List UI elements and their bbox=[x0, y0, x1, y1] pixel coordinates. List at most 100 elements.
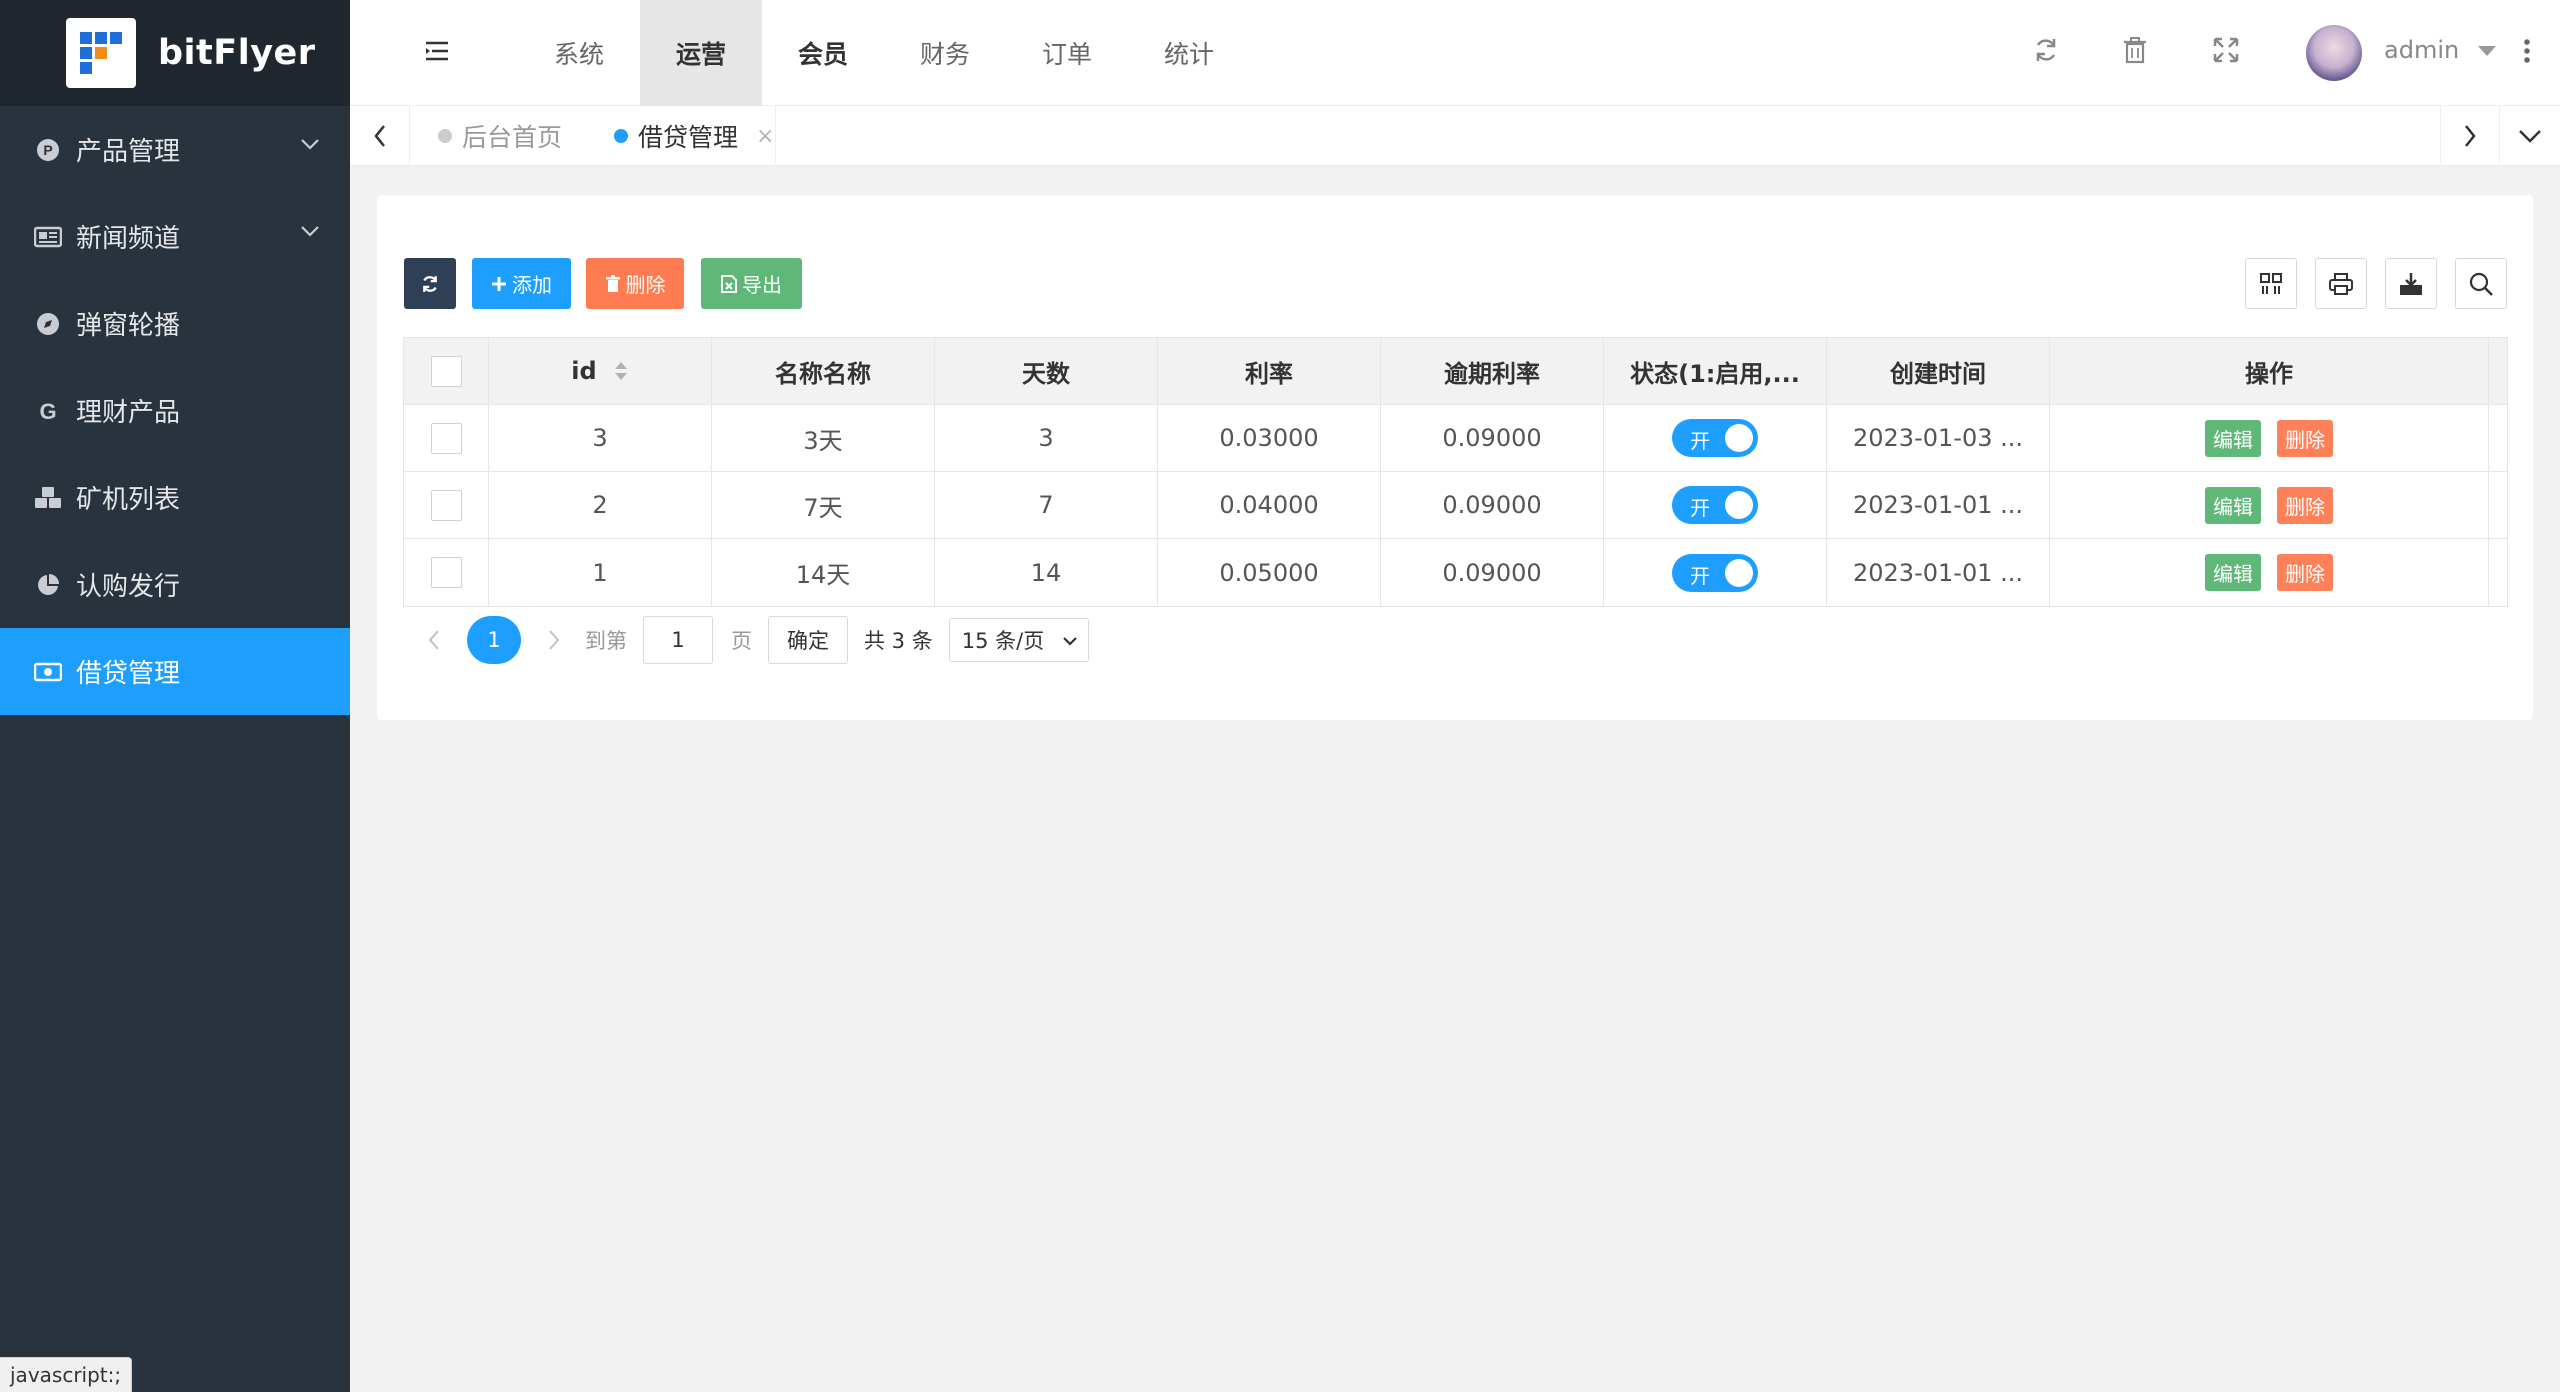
chevron-right-icon bbox=[2465, 125, 2476, 147]
nav-orders[interactable]: 订单 bbox=[1006, 0, 1128, 106]
cell-rate: 0.04000 bbox=[1158, 472, 1381, 538]
nav-finance[interactable]: 财务 bbox=[884, 0, 1006, 106]
svg-text:P: P bbox=[43, 142, 52, 158]
toggle-knob bbox=[1725, 491, 1753, 519]
cell-id: 2 bbox=[489, 472, 712, 538]
cell-days: 7 bbox=[935, 472, 1158, 538]
column-header-created: 创建时间 bbox=[1827, 338, 2050, 404]
columns-button[interactable] bbox=[2245, 258, 2297, 309]
add-button[interactable]: 添加 bbox=[472, 258, 571, 309]
row-checkbox[interactable] bbox=[430, 489, 462, 521]
column-header-rate: 利率 bbox=[1158, 338, 1381, 404]
sidebar-item-subscription[interactable]: 认购发行 bbox=[0, 541, 350, 628]
cell-rate: 0.05000 bbox=[1158, 539, 1381, 606]
status-toggle[interactable]: 开 bbox=[1672, 553, 1758, 592]
select-all-checkbox[interactable] bbox=[430, 355, 462, 387]
sidebar-item-product[interactable]: P 产品管理 bbox=[0, 106, 350, 193]
nav-members[interactable]: 会员 bbox=[762, 0, 884, 106]
sidebar-item-popup-carousel[interactable]: 弹窗轮播 bbox=[0, 280, 350, 367]
menu-toggle-icon[interactable] bbox=[424, 40, 450, 62]
cell-created: 2023-01-01 ... bbox=[1827, 539, 2050, 606]
table-header-row: id 名称名称 天数 利率 逾期利率 状态(1:启用,... 创建时间 操作 bbox=[404, 338, 2507, 405]
avatar[interactable] bbox=[2306, 25, 2362, 81]
page-label: 页 bbox=[731, 629, 752, 653]
logo-area[interactable]: bitFlyer bbox=[0, 0, 350, 106]
table-row: 2 7天 7 0.04000 0.09000 开 2023-01-01 ... … bbox=[404, 472, 2507, 539]
row-checkbox[interactable] bbox=[430, 422, 462, 454]
toggle-knob bbox=[1725, 558, 1753, 587]
status-toggle[interactable]: 开 bbox=[1672, 486, 1758, 524]
prev-page-icon[interactable] bbox=[427, 629, 441, 651]
refresh-button[interactable] bbox=[404, 258, 456, 309]
export-button[interactable]: 导出 bbox=[701, 258, 802, 309]
google-icon: G bbox=[34, 397, 62, 425]
delete-button[interactable]: 删除 bbox=[586, 258, 684, 309]
tab-dot bbox=[438, 129, 452, 143]
top-nav: 系统 运营 会员 财务 订单 统计 bbox=[518, 0, 1250, 106]
edit-button[interactable]: 编辑 bbox=[2205, 419, 2261, 457]
newspaper-icon bbox=[34, 223, 62, 251]
next-page-icon[interactable] bbox=[547, 629, 561, 651]
nav-operations[interactable]: 运营 bbox=[640, 0, 762, 106]
edit-button[interactable]: 编辑 bbox=[2205, 486, 2261, 524]
refresh-icon[interactable] bbox=[2032, 36, 2060, 64]
sidebar: bitFlyer P 产品管理 新闻频道 弹窗轮播 G 理财产品 矿机列表 认购… bbox=[0, 0, 350, 1392]
sidebar-item-label: 矿机列表 bbox=[76, 485, 181, 515]
trash-icon[interactable] bbox=[2122, 36, 2148, 64]
chevron-down-icon bbox=[301, 139, 319, 150]
sort-icon[interactable] bbox=[613, 360, 629, 382]
print-button[interactable] bbox=[2315, 258, 2367, 309]
import-button[interactable] bbox=[2385, 258, 2437, 309]
username[interactable]: admin bbox=[2384, 36, 2459, 64]
fullscreen-icon[interactable] bbox=[2212, 36, 2240, 64]
search-button[interactable] bbox=[2455, 258, 2507, 309]
goto-confirm-button[interactable]: 确定 bbox=[768, 616, 848, 664]
money-icon bbox=[34, 658, 62, 686]
tab-scroll-right[interactable] bbox=[2440, 106, 2500, 166]
tab-bar: 后台首页 借贷管理 × bbox=[350, 106, 2560, 166]
caret-down-icon[interactable] bbox=[2478, 46, 2496, 56]
sidebar-item-finance-product[interactable]: G 理财产品 bbox=[0, 367, 350, 454]
delete-row-button[interactable]: 删除 bbox=[2277, 554, 2333, 591]
cell-rate: 0.03000 bbox=[1158, 405, 1381, 471]
pagination: 1 到第 1 页 确定 共 3 条 15 条/页 bbox=[403, 615, 1089, 665]
nav-statistics[interactable]: 统计 bbox=[1128, 0, 1250, 106]
page-1-button[interactable]: 1 bbox=[467, 616, 521, 664]
tab-scroll-left[interactable] bbox=[350, 106, 410, 166]
plus-icon bbox=[492, 276, 506, 291]
page-size-select[interactable]: 15 条/页 bbox=[948, 618, 1089, 662]
logo-icon bbox=[66, 18, 136, 88]
column-header-id[interactable]: id bbox=[489, 338, 712, 404]
row-checkbox[interactable] bbox=[430, 557, 462, 588]
goto-page-input[interactable]: 1 bbox=[643, 616, 713, 664]
goto-label: 到第 bbox=[585, 629, 627, 653]
sidebar-item-miner-list[interactable]: 矿机列表 bbox=[0, 454, 350, 541]
column-header-status: 状态(1:启用,... bbox=[1604, 338, 1827, 404]
chevron-down-icon bbox=[301, 226, 319, 237]
cell-created: 2023-01-03 ... bbox=[1827, 405, 2050, 471]
select-all-cell bbox=[404, 338, 489, 404]
status-toggle[interactable]: 开 bbox=[1672, 419, 1758, 457]
tab-home[interactable]: 后台首页 bbox=[438, 106, 562, 166]
nav-system[interactable]: 系统 bbox=[518, 0, 640, 106]
more-vertical-icon[interactable] bbox=[2522, 38, 2532, 64]
content-card: 添加 删除 导出 id 名称名称 天数 利率 逾期利率 状态(1:启用,... bbox=[377, 195, 2533, 720]
sidebar-item-loan-management[interactable]: 借贷管理 bbox=[0, 628, 350, 715]
close-icon[interactable]: × bbox=[756, 124, 774, 149]
total-count: 共 3 条 bbox=[864, 629, 933, 653]
delete-row-button[interactable]: 删除 bbox=[2277, 419, 2333, 457]
sidebar-item-news[interactable]: 新闻频道 bbox=[0, 193, 350, 280]
sidebar-item-label: 产品管理 bbox=[76, 137, 181, 167]
sidebar-item-label: 认购发行 bbox=[76, 572, 181, 602]
cell-overdue-rate: 0.09000 bbox=[1381, 539, 1604, 606]
tab-loan-management[interactable]: 借贷管理 × bbox=[614, 106, 776, 166]
edit-button[interactable]: 编辑 bbox=[2205, 554, 2261, 591]
delete-row-button[interactable]: 删除 bbox=[2277, 486, 2333, 524]
chevron-left-icon bbox=[373, 125, 385, 147]
tab-label: 借贷管理 bbox=[638, 123, 739, 152]
column-header-actions: 操作 bbox=[2050, 338, 2489, 404]
toggle-label: 开 bbox=[1690, 563, 1710, 588]
column-header-days: 天数 bbox=[935, 338, 1158, 404]
tab-menu-dropdown[interactable] bbox=[2500, 106, 2560, 166]
table-row: 3 3天 3 0.03000 0.09000 开 2023-01-03 ... … bbox=[404, 405, 2507, 472]
